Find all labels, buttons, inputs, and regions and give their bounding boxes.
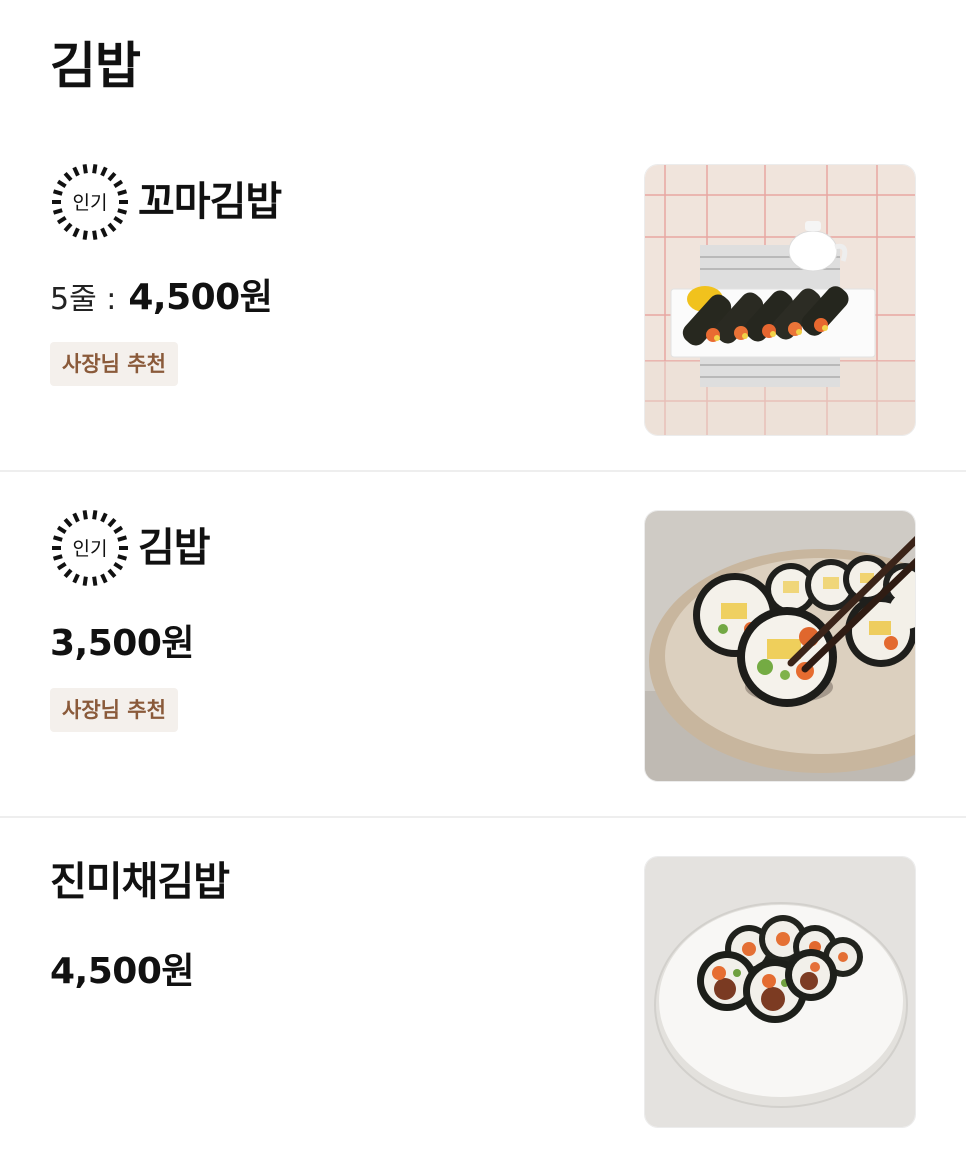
popular-badge-icon: 인기 [52,510,128,586]
item-divider [0,470,966,472]
item-divider [0,816,966,818]
menu-item-jinmichae-gimbap[interactable]: 진미채김밥 4,500원 [0,822,966,1161]
popular-badge-label: 인기 [73,538,108,560]
price-row: 3,500원 [50,614,195,664]
price-row: 5줄 : 4,500원 [50,268,273,318]
owner-recommend-tag: 사장님 추천 [50,342,178,386]
item-name-row: 진미채김밥 [50,842,230,922]
popular-badge-label: 인기 [73,192,108,214]
item-photo-jinmichae-gimbap [644,856,916,1128]
price-value: 4,500원 [50,951,195,992]
item-photo-gimbap [644,510,916,782]
item-name: 김밥 [138,525,211,571]
price-value: 4,500원 [128,277,273,318]
item-name-row: 인기 김밥 [50,508,211,588]
item-name: 꼬마김밥 [138,179,282,225]
menu-item-kkoma-gimbap[interactable]: 인기 꼬마김밥 5줄 : 4,500원 사장님 추천 [0,130,966,470]
owner-recommend-tag: 사장님 추천 [50,688,178,732]
item-name: 진미채김밥 [50,859,230,905]
item-name-row: 인기 꼬마김밥 [50,162,282,242]
popular-badge-icon: 인기 [52,164,128,240]
item-photo-kkoma-gimbap [644,164,916,436]
price-row: 4,500원 [50,942,195,992]
category-title: 김밥 [50,37,141,95]
price-value: 3,500원 [50,623,195,664]
price-quantity: 5줄 : [50,282,117,317]
menu-item-gimbap[interactable]: 인기 김밥 3,500원 사장님 추천 [0,476,966,816]
